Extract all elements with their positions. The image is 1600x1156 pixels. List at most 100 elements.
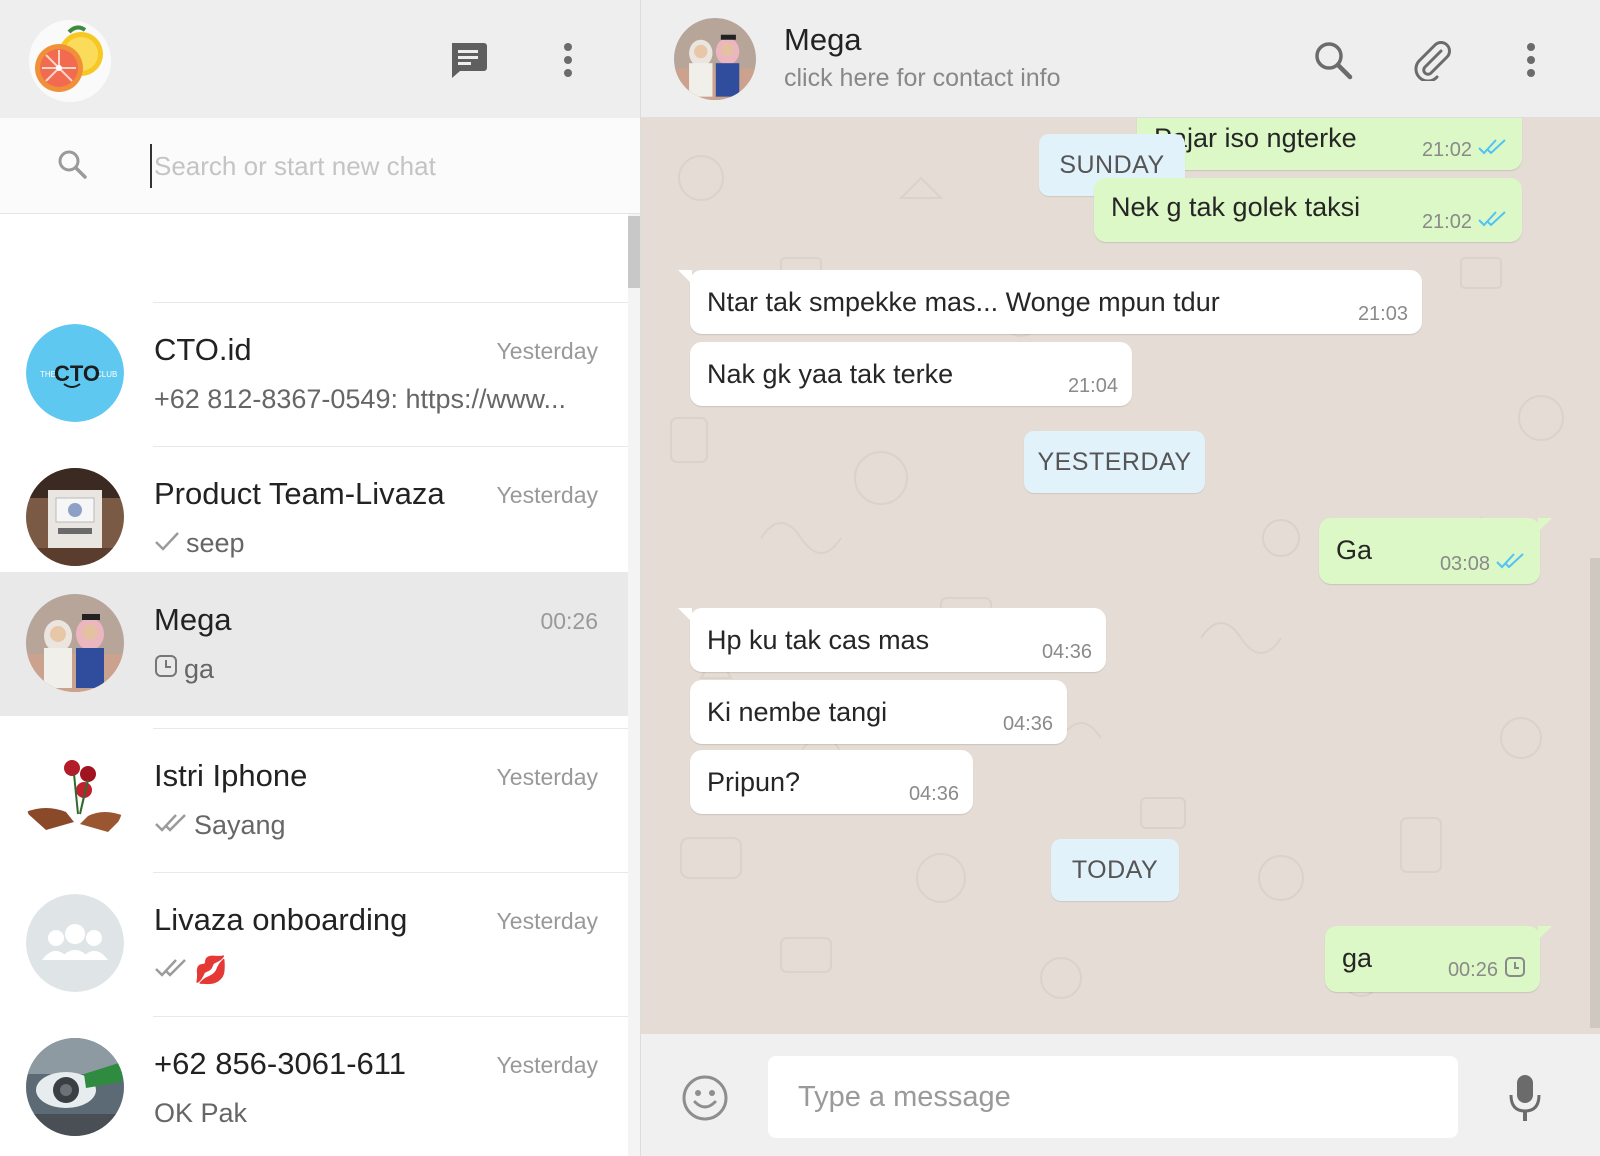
chat-preview: seep [154,528,594,559]
divider [153,872,628,873]
message-time: 03:08 [1439,552,1490,575]
message-text: Hp ku tak cas mas [707,625,930,655]
menu-icon[interactable] [558,38,578,82]
chat-name: Product Team-Livaza [154,476,445,511]
message-bubble-incoming[interactable]: Hp ku tak cas mas 04:36 [678,608,1106,672]
chat-item-cto-id[interactable]: THE CLUB CTO CTO.id Yesterday +62 812-83… [0,302,628,446]
message-text: Nak gk yaa tak terke [707,359,954,389]
chat-preview: Sayang [154,810,594,841]
message-bubble-incoming[interactable]: Ki nembe tangi 04:36 [690,680,1067,744]
message-bubble-outgoing[interactable]: Ga 03:08 [1319,518,1552,584]
message-bubble-incoming[interactable]: Nak gk yaa tak terke 21:04 [690,342,1132,406]
chat-name: CTO.id [154,332,252,367]
chat-item-6285630611[interactable]: +62 856-3061-611 Yesterday OK Pak [0,1016,628,1156]
message-text: Pripun? [707,767,801,797]
message-meta: 04:36 [909,783,959,806]
contact-info-link[interactable]: click here for contact info [784,64,1061,93]
message-meta: 04:36 [1042,641,1092,664]
message-time: 21:04 [1067,375,1118,397]
message-meta: 21:02 [1422,210,1508,234]
chat-name: +62 856-3061-611 [154,1046,406,1081]
new-chat-icon[interactable] [445,38,491,82]
my-avatar[interactable] [29,20,111,102]
contact-avatar[interactable] [674,18,756,100]
divider [153,302,628,303]
divider [153,1016,628,1017]
scrollbar-thumb[interactable] [628,216,640,288]
message-meta: 03:08 [1440,552,1526,576]
search-input[interactable] [150,144,610,188]
chat-item-product-team-livaza[interactable]: Product Team-Livaza Yesterday seep [0,446,628,590]
clock-pending-icon [1504,956,1526,984]
double-check-icon [154,955,188,986]
message-bubble-incoming[interactable]: Pripun? 04:36 [690,750,973,814]
chat-list: THE CLUB CTO CTO.id Yesterday +62 812-83… [0,214,628,1156]
message-meta: 21:04 [1068,375,1118,398]
conversation-pane: Mega click here for contact info Pajar i… [641,0,1600,1156]
attach-icon[interactable] [1410,38,1454,82]
message-text: Nek g tak golek taksi [1111,192,1361,222]
message-bubble-outgoing[interactable]: ga 00:26 [1325,926,1552,992]
chat-time: 00:26 [540,608,598,634]
chat-list-pane: THE CLUB CTO CTO.id Yesterday +62 812-83… [0,0,641,1156]
chat-preview-text: ga [184,654,215,684]
message-area[interactable]: Pajar iso ngterke 21:02 SUNDAY Nek g tak… [641,118,1600,1034]
message-bubble-incoming[interactable]: Ntar tak smpekke mas... Wonge mpun tdur … [678,270,1422,334]
avatar [26,468,124,566]
chat-preview: ga [154,654,594,685]
message-bubble-outgoing[interactable]: Nek g tak golek taksi 21:02 [1094,178,1522,242]
chat-preview-text: OK Pak [154,1098,248,1128]
message-meta: 21:02 [1422,138,1508,162]
chat-time: Yesterday [496,1052,598,1078]
chat-item-istri-iphone[interactable]: Istri Iphone Yesterday Sayang [0,728,628,872]
chat-preview: 💋 [154,954,594,986]
message-meta: 04:36 [1003,713,1053,736]
date-divider-yesterday: YESTERDAY [1024,431,1205,493]
message-time: 04:36 [908,783,959,805]
chat-preview-text: Sayang [194,810,286,840]
message-time: 00:26 [1447,958,1498,981]
divider [153,728,628,729]
conversation-header: Mega click here for contact info [641,0,1600,118]
microphone-icon[interactable] [1503,1070,1547,1126]
chat-time: Yesterday [496,908,598,934]
message-text: Ki nembe tangi [707,697,888,727]
search-icon [56,148,88,180]
double-check-read-icon [1478,138,1508,162]
chat-item-livaza-onboarding[interactable]: Livaza onboarding Yesterday 💋 [0,872,628,1016]
avatar: THE CLUB CTO [26,324,124,422]
chat-preview: +62 812-8367-0549: https://www... [154,384,594,415]
chat-name: Mega [154,602,232,637]
chat-list-scrollbar[interactable] [628,214,640,1156]
chat-item-mega[interactable]: Mega 00:26 ga [0,572,628,716]
search-icon[interactable] [1311,38,1355,82]
clock-icon [154,654,178,685]
chat-name: Istri Iphone [154,758,308,793]
avatar [26,750,124,848]
message-input[interactable] [768,1056,1458,1138]
double-check-read-icon [1478,210,1508,234]
message-text: Ntar tak smpekke mas... Wonge mpun tdur [707,287,1220,317]
menu-icon[interactable] [1521,38,1541,82]
emoji-icon[interactable] [681,1074,729,1122]
message-time: 04:36 [1041,641,1092,663]
date-divider-today: TODAY [1051,839,1179,901]
chat-time: Yesterday [496,338,598,364]
message-text: Ga [1336,535,1373,565]
svg-text:CTO: CTO [54,361,100,386]
message-time: 04:36 [1002,713,1053,735]
default-group-icon [26,894,124,992]
chat-preview: OK Pak [154,1098,594,1129]
message-bubble-outgoing[interactable]: Pajar iso ngterke 21:02 [1137,118,1522,170]
message-meta: 21:03 [1358,303,1408,326]
avatar [26,1038,124,1136]
message-time: 21:02 [1421,138,1472,161]
double-check-icon [154,810,188,841]
chat-time: Yesterday [496,482,598,508]
message-text: ga [1342,943,1373,973]
chat-preview-text: +62 812-8367-0549: https://www... [154,384,567,414]
chat-preview-text: seep [186,528,245,558]
contact-name[interactable]: Mega [784,22,862,58]
conversation-scrollbar[interactable] [1590,558,1600,1028]
double-check-read-icon [1496,552,1526,576]
